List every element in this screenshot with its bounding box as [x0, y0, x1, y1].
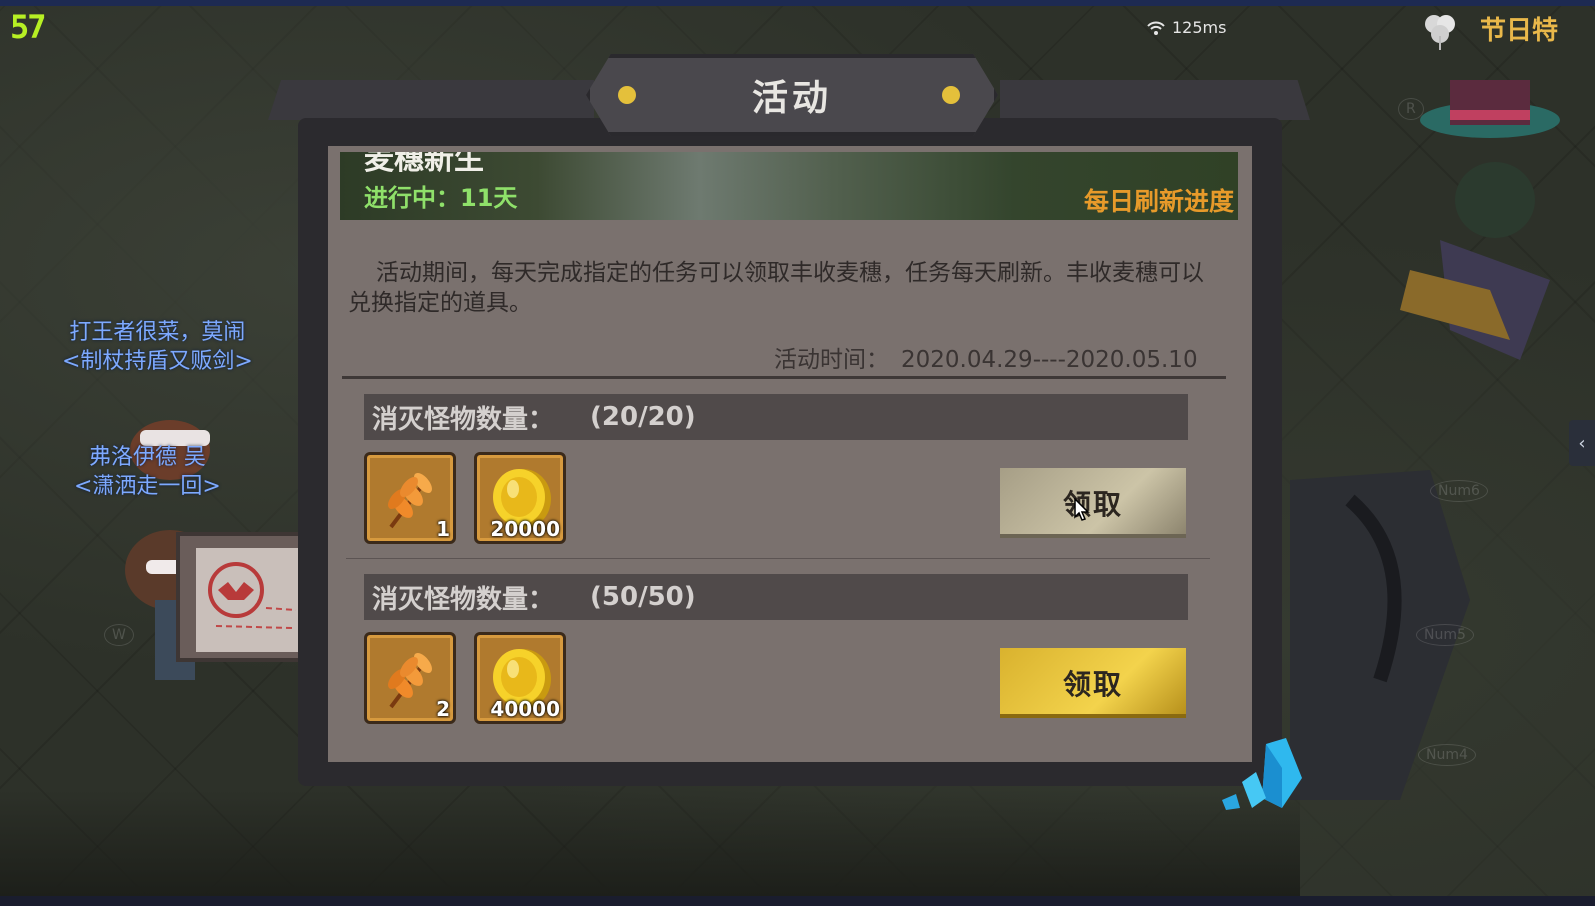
title-left-dot [618, 86, 636, 104]
task-divider [346, 558, 1210, 559]
event-banner-title: 麦穗新生 [364, 152, 484, 177]
reward-item-gold[interactable]: 40000 [474, 632, 566, 724]
reward-item-gold[interactable]: 20000 [474, 452, 566, 544]
reward-count: 2 [436, 697, 450, 721]
side-panel-toggle[interactable]: ‹ [1569, 420, 1595, 466]
reward-item-wheat[interactable]: 2 [364, 632, 456, 724]
crystal-icon[interactable] [1222, 738, 1312, 814]
task-header: 消灭怪物数量： (50/50) [364, 574, 1188, 620]
bottom-scenery [0, 790, 1300, 896]
title-right-dot [942, 86, 960, 104]
daily-refresh-note: 每日刷新进度 [1083, 187, 1234, 216]
dialog-title: 活动 [751, 78, 832, 119]
task-progress: (20/20) [590, 402, 696, 432]
event-status: 进行中：11天 [364, 184, 518, 212]
key-hint: W [104, 624, 134, 646]
player-title: <制杖持盾又贩剑> [62, 349, 253, 374]
event-time: 活动时间： 2020.04.29----2020.05.10 [774, 340, 1198, 374]
task-label: 消灭怪物数量： [372, 584, 555, 615]
dialog-header-left [268, 80, 594, 120]
reward-count: 40000 [490, 697, 560, 721]
dialog-title-plate: 活动 [586, 54, 998, 136]
event-description: 活动期间，每天完成指定的任务可以领取丰收麦穗，任务每天刷新。丰收麦穗可以兑换指定… [348, 260, 1204, 316]
npc-name-label: 弗洛伊德 吴 <潇洒走一回> [74, 443, 221, 501]
event-banner: 麦穗新生 进行中：11天 每日刷新进度 [340, 152, 1238, 220]
event-time-label: 活动时间： [774, 347, 889, 373]
fps-counter: 57 [10, 8, 47, 46]
top-border [0, 0, 1595, 6]
key-hint: Num6 [1430, 480, 1488, 502]
reward-count: 1 [436, 517, 450, 541]
player-name-label: 打王者很菜，莫闹 <制杖持盾又贩剑> [62, 318, 253, 376]
key-hint: Num5 [1416, 624, 1474, 646]
mouse-cursor-icon [1074, 498, 1090, 521]
event-time-range: 2020.04.29----2020.05.10 [901, 347, 1198, 373]
ping-value: 125ms [1172, 18, 1227, 37]
reward-count: 20000 [490, 517, 560, 541]
section-divider [342, 376, 1226, 379]
npc-name: 弗洛伊德 吴 [88, 445, 206, 470]
claim-button[interactable]: 领取 [1000, 648, 1186, 718]
player-name: 打王者很菜，莫闹 [69, 320, 246, 345]
task-progress: (50/50) [590, 582, 696, 612]
key-hint: R [1398, 98, 1424, 120]
network-ping: 125ms [1146, 18, 1226, 37]
enemy-character [1290, 80, 1560, 800]
claim-button-claimed[interactable]: 领取 [1000, 468, 1186, 538]
notice-paper [196, 548, 308, 652]
bat-seal-icon [208, 562, 297, 629]
wifi-icon [1147, 21, 1165, 35]
reward-item-wheat[interactable]: 1 [364, 452, 456, 544]
dialog-header-right [1000, 80, 1310, 120]
npc-title: <潇洒走一回> [74, 474, 221, 499]
task-label: 消灭怪物数量： [372, 404, 555, 435]
bottom-border [0, 896, 1595, 906]
key-hint: Num4 [1418, 744, 1476, 766]
task-header: 消灭怪物数量： (20/20) [364, 394, 1188, 440]
